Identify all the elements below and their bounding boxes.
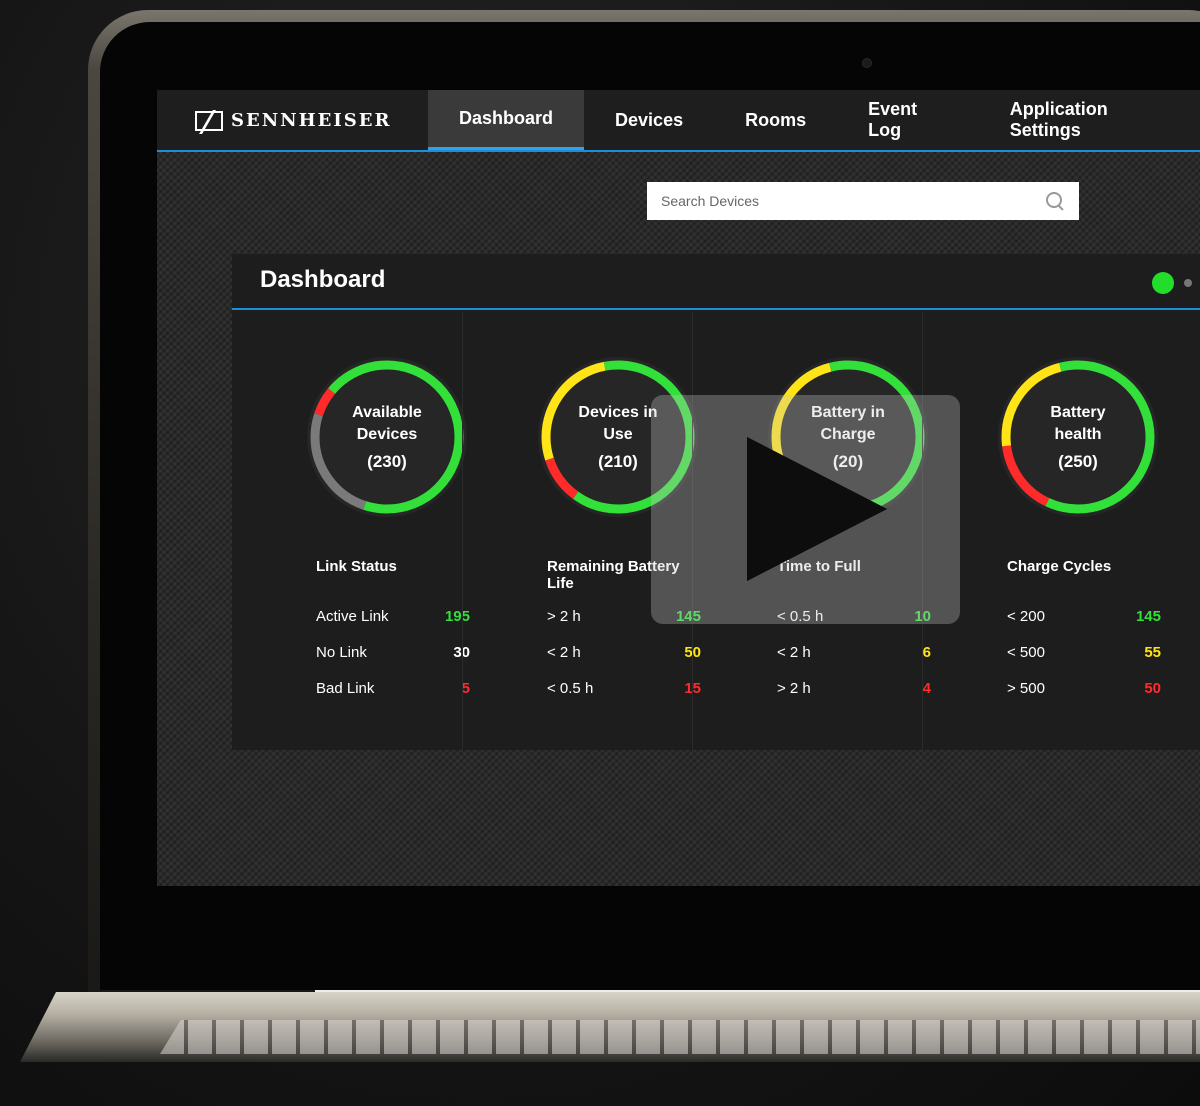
laptop-keyboard [160,1020,1200,1054]
stat-row: < 2 h6 [777,634,931,670]
stat-row: Bad Link 5 [316,670,470,706]
stat-value: 145 [1135,607,1161,625]
metric-column: Available Devices (230) Link Status Active … [232,312,470,750]
brand-logo: SENNHEISER [195,110,391,131]
stats-list: < 200 145 < 500 55 > 500 50 [1007,598,1161,706]
stat-row: No Link 30 [316,634,470,670]
stat-label: < 500 [1007,643,1045,661]
nav-tab-devices[interactable]: Devices [584,90,714,150]
panel-header: Dashboard [232,254,1200,310]
stats-list: Active Link 195 No Link 30 Bad Link 5 [316,598,470,706]
section-title: Charge Cycles [1007,558,1112,575]
search-bar [647,182,1079,220]
main-nav: Dashboard Devices Rooms Event Log Applic… [428,90,1200,150]
gauge-label: Battery health (250) [983,342,1173,532]
section-title: Link Status [316,558,397,575]
gauge-count: (230) [367,452,407,471]
panel-title: Dashboard [260,266,386,293]
stat-row: < 200 145 [1007,598,1161,634]
search-icon[interactable] [1045,191,1065,211]
stat-label: > 2 h [777,679,811,697]
stat-label: < 200 [1007,607,1045,625]
page-indicator-active[interactable] [1152,272,1174,294]
nav-tab-application-settings[interactable]: Application Settings [979,90,1200,150]
gauge-count: (250) [1058,452,1098,471]
nav-tab-dashboard[interactable]: Dashboard [428,90,585,150]
stat-value: 50 [1144,679,1161,697]
stat-label: < 0.5 h [547,679,594,697]
stat-label: Active Link [316,607,389,625]
stat-label: < 2 h [547,643,581,661]
stat-row: Active Link 195 [316,598,470,634]
stat-row: > 2 h4 [777,670,931,706]
search-input[interactable] [661,193,1045,209]
sennheiser-logo-mark [195,110,223,131]
donut-gauge: Battery health (250) [983,342,1173,532]
video-play-button[interactable] [651,395,960,624]
stat-label: Bad Link [316,679,375,697]
stat-label: > 500 [1007,679,1045,697]
play-icon [747,437,887,581]
nav-tab-rooms[interactable]: Rooms [714,90,837,150]
stat-label: No Link [316,643,367,661]
stat-label: < 2 h [777,643,811,661]
stat-row: < 2 h 50 [547,634,701,670]
stat-row: > 500 50 [1007,670,1161,706]
gauge-title: Battery health [1050,404,1106,443]
stat-row: < 0.5 h 15 [547,670,701,706]
stat-label: > 2 h [547,607,581,625]
stat-row: < 500 55 [1007,634,1161,670]
nav-tab-event-log[interactable]: Event Log [837,90,979,150]
camera [862,58,872,68]
page-indicator-inactive[interactable] [1184,279,1192,287]
gauge-title: Available Devices [352,404,422,443]
brand-name: SENNHEISER [231,110,392,131]
gauge-count: (210) [598,452,638,471]
gauge-label: Available Devices (230) [292,342,482,532]
donut-gauge: Available Devices (230) [292,342,482,532]
stat-value: 55 [1144,643,1161,661]
top-navigation-bar: SENNHEISER Dashboard Devices Rooms Event… [157,90,1200,152]
